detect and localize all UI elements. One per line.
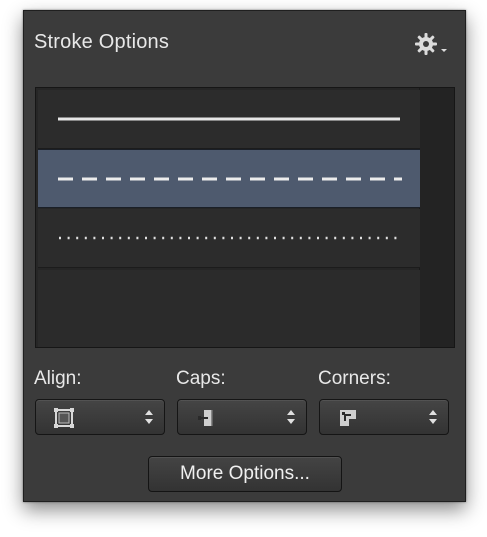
align-label: Align:: [34, 368, 82, 389]
up-down-arrows-icon: [287, 410, 295, 424]
gear-icon: [415, 33, 447, 55]
scrollbar-track[interactable]: [419, 88, 454, 347]
dashed-line-swatch: [58, 177, 402, 181]
stroke-style-dotted[interactable]: [38, 209, 420, 268]
stroke-options-panel: Stroke Options Align: Caps: Corners: Mor…: [23, 10, 466, 502]
corners-label: Corners:: [318, 368, 391, 389]
empty-list-area: [38, 270, 420, 347]
chevron-down-icon: [441, 49, 447, 52]
more-options-button[interactable]: More Options...: [148, 456, 342, 492]
miter-corner-icon: [340, 410, 356, 426]
stroke-style-solid[interactable]: [38, 90, 420, 149]
stroke-style-dashed[interactable]: [38, 149, 420, 208]
caps-label: Caps:: [176, 368, 226, 389]
dotted-line-swatch: [59, 236, 400, 240]
panel-title: Stroke Options: [34, 31, 170, 53]
panel-menu-button[interactable]: [414, 32, 450, 58]
butt-cap-icon: [198, 410, 213, 426]
up-down-arrows-icon: [145, 410, 153, 424]
solid-line-swatch: [58, 117, 400, 121]
caps-dropdown[interactable]: [177, 399, 307, 435]
align-center-stroke-icon: [54, 408, 74, 428]
align-dropdown[interactable]: [35, 399, 165, 435]
up-down-arrows-icon: [429, 410, 437, 424]
corners-dropdown[interactable]: [319, 399, 449, 435]
stroke-style-list: [35, 87, 455, 348]
